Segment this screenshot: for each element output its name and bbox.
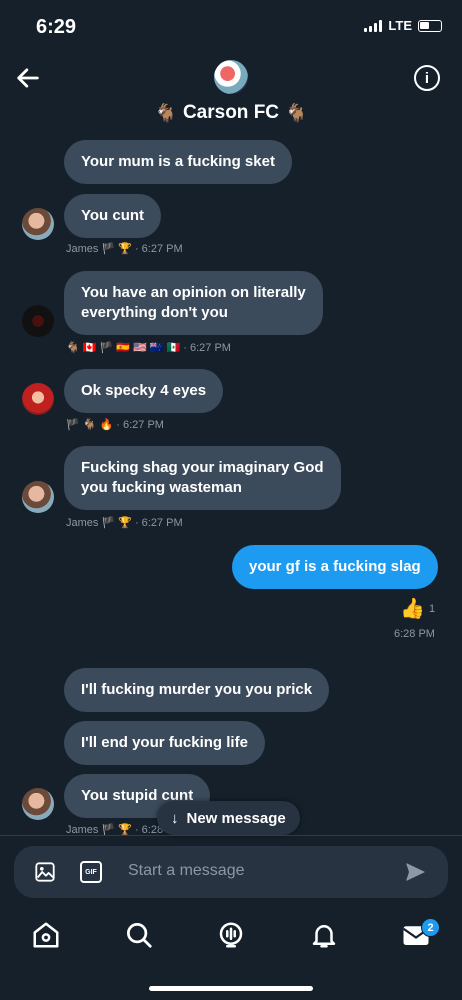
status-bar: 6:29 LTE	[0, 0, 462, 52]
my-message-bubble[interactable]: your gf is a fucking slag	[232, 545, 438, 589]
message-text: I'll end your fucking life	[81, 734, 248, 751]
send-icon[interactable]	[404, 861, 426, 883]
message-text-line: everything don't you	[81, 304, 228, 321]
message-bubble[interactable]: I'll fucking murder you you prick	[64, 668, 330, 712]
conversation-title-text: Carson FC	[182, 102, 280, 123]
message-meta: James 🏴 🏆 · 6:27 PM	[66, 243, 183, 255]
sender-avatar[interactable]	[22, 481, 54, 513]
message-meta: James 🏴 🏆 · 6:27 PM	[66, 517, 183, 529]
message-text: Ok specky 4 eyes	[81, 382, 207, 399]
message-text: Your mum is a fucking sket	[81, 153, 275, 170]
network-label: LTE	[388, 18, 412, 33]
message-bubble[interactable]: Fucking shag your imaginary God you fuck…	[64, 446, 341, 510]
conversation-header: 🐐 Carson FC 🐐 i	[0, 52, 462, 132]
message-meta: 🐐 🇨🇦 🏴 🇪🇸 🇺🇸 🇳🇿 🇲🇽 · 6:27 PM	[66, 342, 231, 354]
message-input[interactable]: Start a message	[128, 862, 245, 880]
sender-avatar[interactable]	[22, 788, 54, 820]
home-indicator	[149, 986, 313, 991]
battery-icon	[418, 19, 442, 32]
image-icon[interactable]	[34, 861, 56, 883]
message-bubble[interactable]: Ok specky 4 eyes	[64, 369, 224, 413]
bell-icon[interactable]	[309, 920, 339, 950]
message-text-line: You have an opinion on literally	[81, 284, 306, 301]
message-time: 6:28 PM	[394, 628, 435, 640]
messages-badge: 2	[421, 918, 440, 937]
sender-avatar[interactable]	[22, 305, 54, 337]
info-icon[interactable]: i	[414, 65, 440, 91]
message-composer: GIF Start a message	[14, 846, 448, 898]
status-indicators: LTE	[364, 18, 442, 33]
back-arrow-icon[interactable]	[14, 64, 42, 92]
message-text-line: Fucking shag your imaginary God	[81, 459, 324, 476]
message-bubble[interactable]: Your mum is a fucking sket	[64, 140, 292, 184]
reaction-count: 1	[429, 603, 436, 615]
goat-emoji: 🐐	[154, 102, 177, 123]
message-bubble[interactable]: I'll end your fucking life	[64, 721, 265, 765]
divider	[0, 835, 462, 836]
thumbs-up-reaction[interactable]: 👍	[400, 596, 425, 621]
message-text: You cunt	[81, 207, 145, 224]
search-icon[interactable]	[124, 920, 154, 950]
status-time: 6:29	[36, 16, 77, 38]
home-icon[interactable]	[31, 920, 61, 950]
message-text-line: you fucking wasteman	[81, 479, 242, 496]
sender-avatar[interactable]	[22, 383, 54, 415]
message-text: your gf is a fucking slag	[249, 558, 421, 575]
message-meta: 🏴 🐐 🔥 · 6:27 PM	[66, 419, 164, 431]
group-avatar[interactable]	[214, 60, 248, 94]
bottom-tab-bar: 2	[0, 912, 462, 962]
sender-avatar[interactable]	[22, 208, 54, 240]
gif-icon[interactable]: GIF	[80, 861, 102, 883]
message-bubble[interactable]: You cunt	[64, 194, 162, 238]
signal-icon	[364, 19, 383, 32]
down-arrow-icon: ↓	[171, 809, 179, 827]
goat-emoji: 🐐	[285, 102, 308, 123]
conversation-title[interactable]: 🐐 Carson FC 🐐	[0, 102, 462, 124]
gif-label: GIF	[85, 868, 97, 876]
spaces-icon[interactable]	[216, 920, 246, 950]
message-text: I'll fucking murder you you prick	[81, 681, 313, 698]
message-bubble[interactable]: You have an opinion on literally everyth…	[64, 271, 323, 335]
new-message-label: New message	[186, 809, 286, 827]
new-message-button[interactable]: ↓ New message	[157, 801, 300, 835]
